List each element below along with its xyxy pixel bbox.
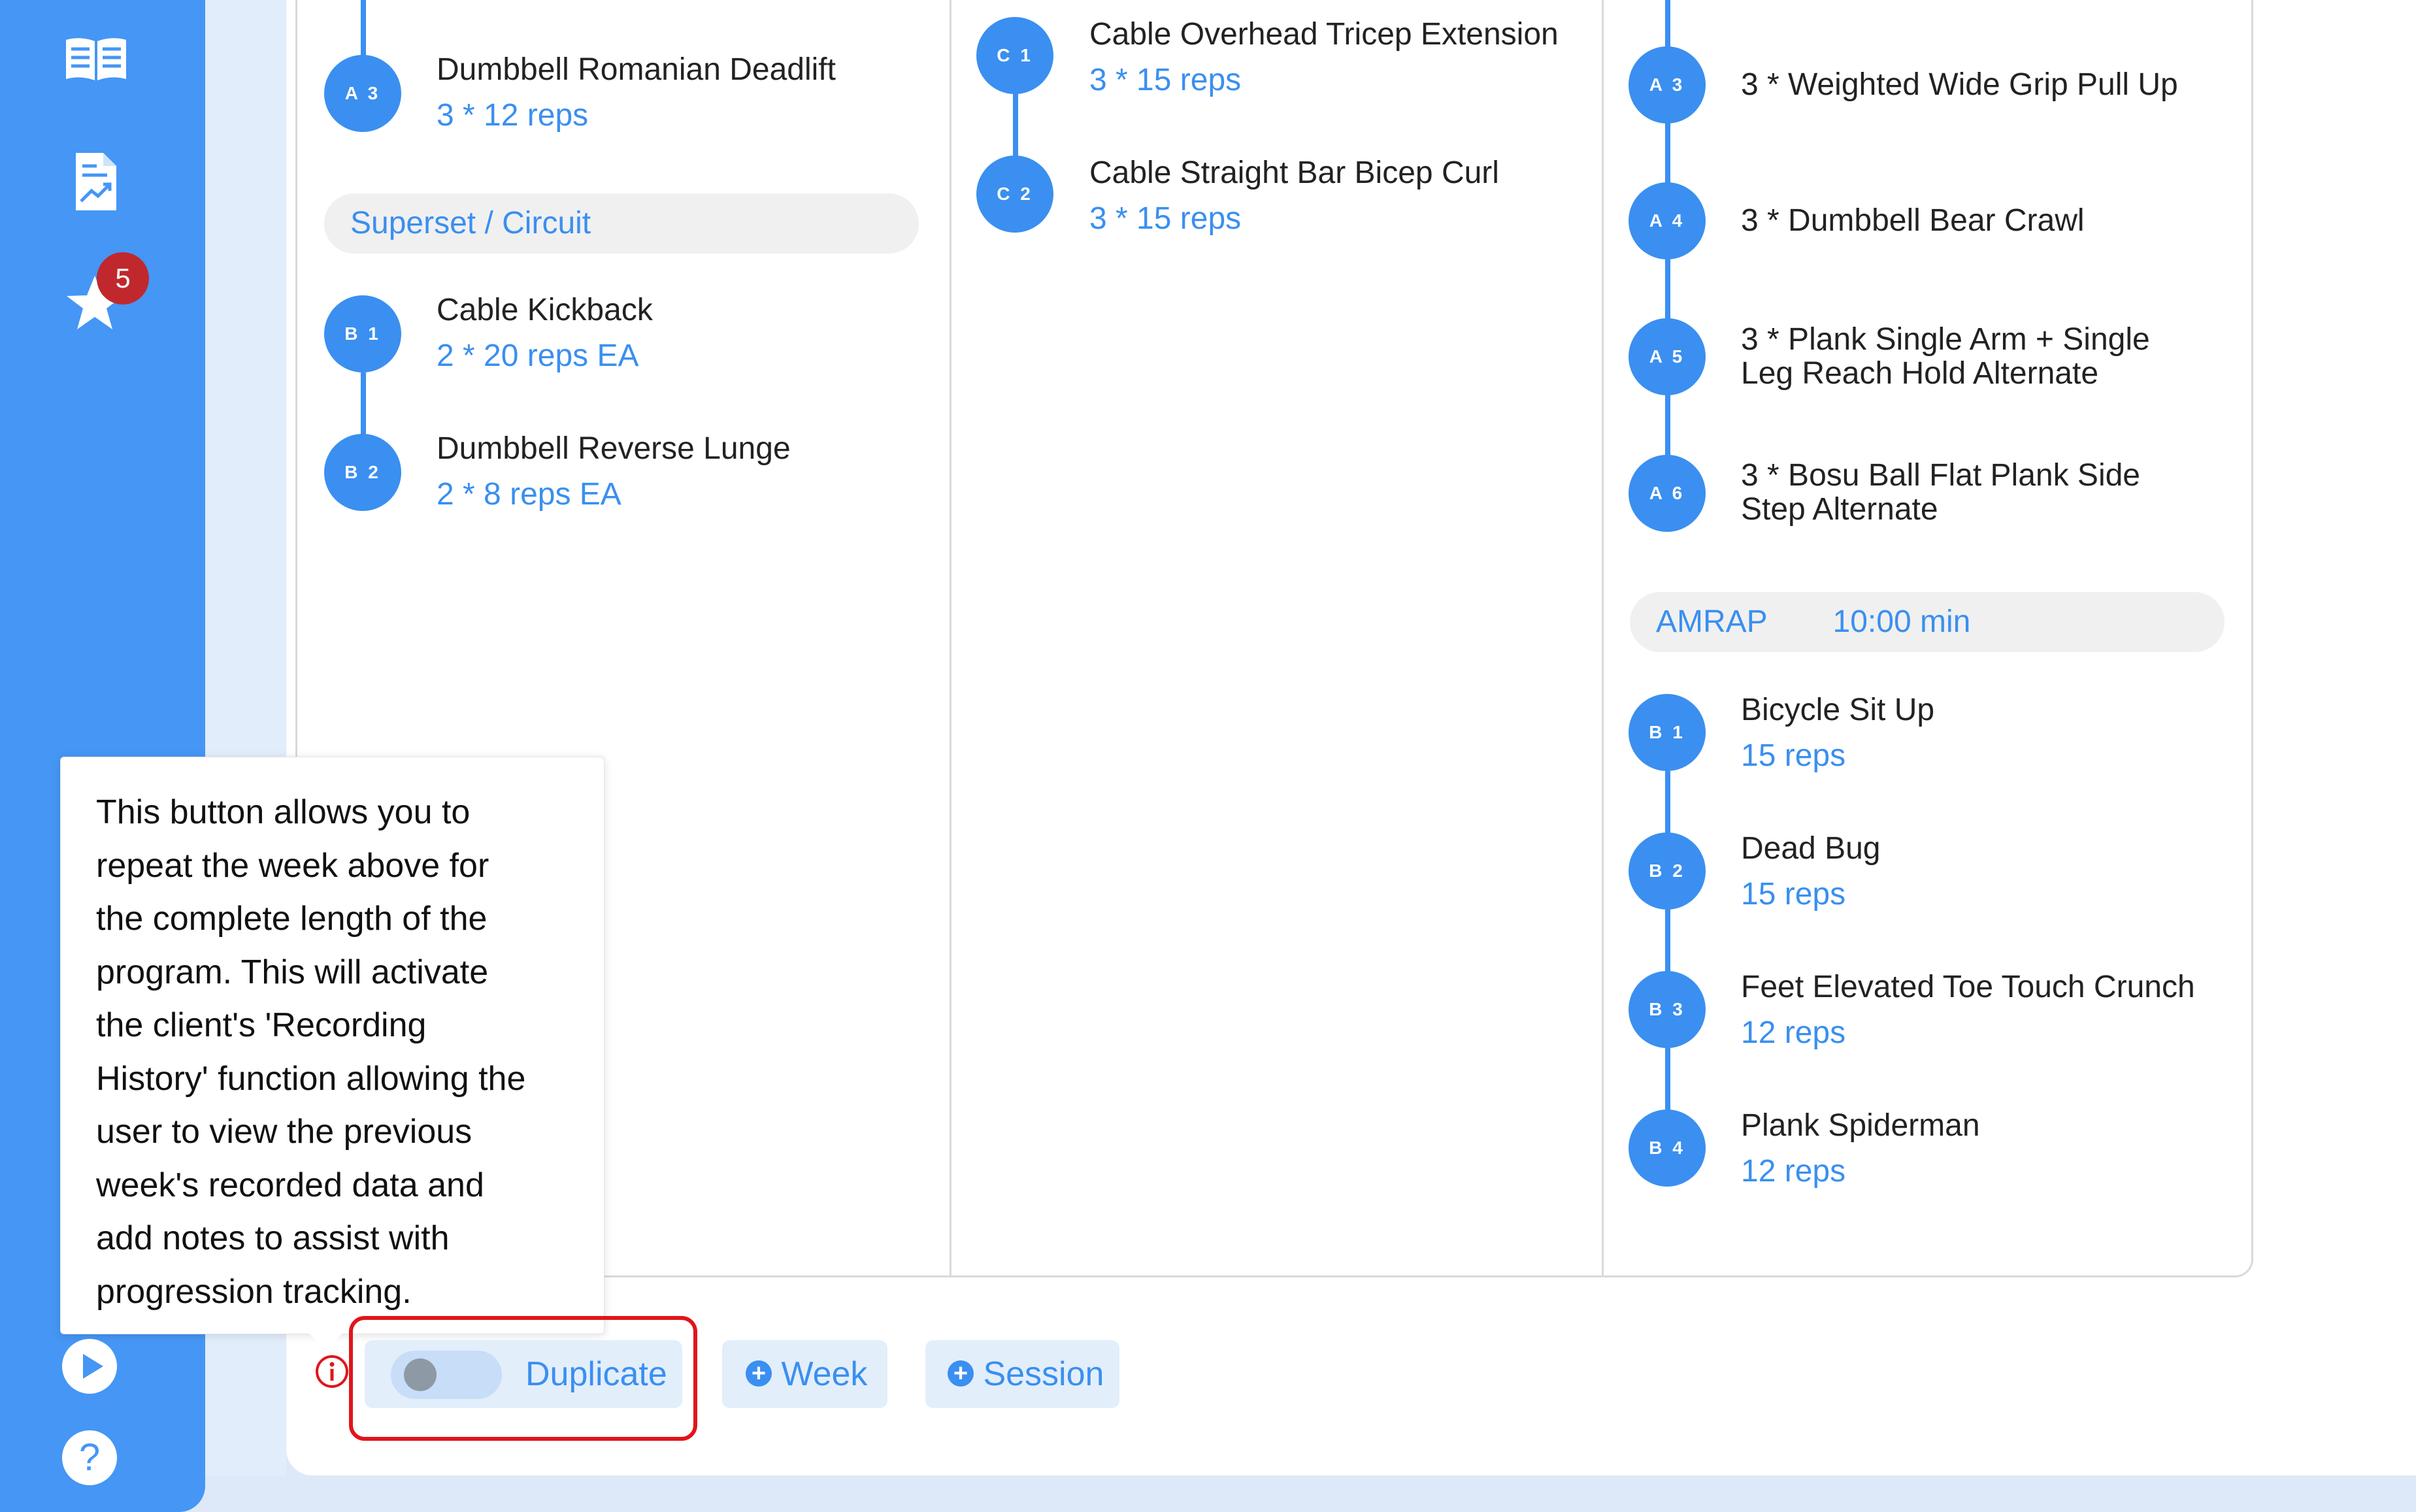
- connector-line: [1665, 771, 1670, 1150]
- tooltip-line: user to view the previous: [96, 1113, 472, 1151]
- exercise-item[interactable]: 3 * Bosu Ball Flat Plank Side Step Alter…: [1741, 459, 2140, 527]
- report-chart-icon[interactable]: [73, 152, 119, 212]
- tooltip-line: the complete length of the: [96, 900, 488, 938]
- tooltip-line: add notes to assist with: [96, 1219, 450, 1257]
- exercise-item[interactable]: Dumbbell Reverse Lunge 2 * 8 reps EA: [437, 430, 791, 514]
- group-duration: 10:00 min: [1832, 604, 1971, 639]
- exercise-text-line: 3 * Bosu Ball Flat Plank Side: [1741, 458, 2140, 493]
- exercise-item[interactable]: Bicycle Sit Up 15 reps: [1741, 691, 1934, 775]
- exercise-label-bubble: A 3: [324, 55, 401, 132]
- exercise-text-line: Step Alternate: [1741, 492, 1938, 527]
- tooltip-line: week's recorded data and: [96, 1166, 484, 1204]
- tooltip-line: progression tracking.: [96, 1272, 412, 1311]
- exercise-reps: 15 reps: [1741, 738, 1846, 773]
- exercise-item[interactable]: Cable Overhead Tricep Extension 3 * 15 r…: [1089, 16, 1559, 99]
- column-divider: [950, 0, 952, 1275]
- duplicate-help-tooltip: This button allows you to repeat the wee…: [60, 757, 604, 1334]
- exercise-label-bubble: B 2: [324, 434, 401, 511]
- exercise-name: Plank Spiderman: [1741, 1108, 1980, 1143]
- week-label: Week: [781, 1355, 868, 1393]
- exercise-text-line: 3 * Weighted Wide Grip Pull Up: [1741, 67, 2178, 102]
- exercise-label-bubble: B 1: [1629, 694, 1706, 771]
- exercise-name: Dead Bug: [1741, 831, 1881, 866]
- play-icon[interactable]: [61, 1338, 118, 1394]
- group-label: AMRAP: [1656, 604, 1767, 639]
- exercise-name: Dumbbell Reverse Lunge: [437, 431, 791, 466]
- exercise-label-bubble: C 2: [976, 156, 1053, 233]
- tooltip-arrow: [307, 1332, 344, 1350]
- exercise-reps: 12 reps: [1741, 1154, 1846, 1189]
- tooltip-line: This button allows you to: [96, 793, 471, 831]
- connector-line: [361, 0, 366, 59]
- exercise-item[interactable]: Feet Elevated Toe Touch Crunch 12 reps: [1741, 968, 2195, 1052]
- exercise-item[interactable]: Cable Straight Bar Bicep Curl 3 * 15 rep…: [1089, 154, 1499, 238]
- exercise-reps: 12 reps: [1741, 1015, 1846, 1050]
- help-icon[interactable]: ?: [61, 1430, 118, 1486]
- exercise-item[interactable]: 3 * Plank Single Arm + Single Leg Reach …: [1741, 323, 2150, 391]
- exercise-label-bubble: C 1: [976, 17, 1053, 94]
- tooltip-text: This button allows you to repeat the wee…: [96, 786, 571, 1319]
- exercise-reps: 3 * 15 reps: [1089, 201, 1242, 236]
- exercise-item[interactable]: Plank Spiderman 12 reps: [1741, 1107, 1980, 1191]
- exercise-reps: 3 * 15 reps: [1089, 63, 1242, 97]
- exercise-label-bubble: A 3: [1629, 46, 1706, 123]
- tooltip-line: the client's 'Recording: [96, 1006, 427, 1044]
- tooltip-line: repeat the week above for: [96, 846, 489, 885]
- exercise-reps: 15 reps: [1741, 877, 1846, 912]
- svg-text:?: ?: [79, 1436, 100, 1479]
- exercise-name: Cable Straight Bar Bicep Curl: [1089, 156, 1499, 190]
- exercise-item[interactable]: 3 * Weighted Wide Grip Pull Up: [1741, 68, 2178, 102]
- book-icon[interactable]: [63, 36, 129, 83]
- exercise-reps: 3 * 12 reps: [437, 98, 589, 133]
- exercise-reps: 2 * 8 reps EA: [437, 477, 621, 512]
- exercise-label-bubble: B 1: [324, 295, 401, 372]
- tooltip-line: History' function allowing the: [96, 1059, 526, 1098]
- exercise-name: Dumbbell Romanian Deadlift: [437, 52, 836, 87]
- group-label: Superset / Circuit: [350, 206, 591, 240]
- exercise-text-line: Leg Reach Hold Alternate: [1741, 356, 2099, 391]
- add-week-button[interactable]: + Week: [722, 1340, 887, 1408]
- plus-icon: +: [746, 1360, 772, 1387]
- superset-group-header[interactable]: Superset / Circuit: [324, 193, 919, 254]
- plus-icon: +: [948, 1360, 974, 1387]
- exercise-label-bubble: B 2: [1629, 832, 1706, 910]
- notification-badge: 5: [97, 252, 149, 304]
- session-label: Session: [983, 1355, 1104, 1393]
- exercise-name: Cable Overhead Tricep Extension: [1089, 17, 1559, 52]
- exercise-label-bubble: B 3: [1629, 971, 1706, 1048]
- highlight-box: [349, 1316, 697, 1441]
- exercise-item[interactable]: Dumbbell Romanian Deadlift 3 * 12 reps: [437, 51, 836, 135]
- exercise-name: Cable Kickback: [437, 293, 653, 327]
- exercise-item[interactable]: 3 * Dumbbell Bear Crawl: [1741, 204, 2085, 238]
- amrap-group-header[interactable]: AMRAP 10:00 min: [1630, 592, 2225, 652]
- exercise-label-bubble: A 5: [1629, 318, 1706, 395]
- add-session-button[interactable]: + Session: [925, 1340, 1119, 1408]
- column-divider: [1602, 0, 1604, 1275]
- exercise-label-bubble: A 4: [1629, 182, 1706, 259]
- exercise-item[interactable]: Cable Kickback 2 * 20 reps EA: [437, 291, 653, 375]
- tooltip-line: program. This will activate: [96, 953, 489, 991]
- exercise-item[interactable]: Dead Bug 15 reps: [1741, 830, 1881, 913]
- exercise-label-bubble: B 4: [1629, 1109, 1706, 1187]
- exercise-name: Bicycle Sit Up: [1741, 693, 1935, 727]
- exercise-name: Feet Elevated Toe Touch Crunch: [1741, 970, 2195, 1004]
- exercise-reps: 2 * 20 reps EA: [437, 338, 639, 373]
- exercise-text-line: 3 * Dumbbell Bear Crawl: [1741, 203, 2085, 238]
- info-icon[interactable]: [314, 1354, 350, 1392]
- exercise-text-line: 3 * Plank Single Arm + Single: [1741, 322, 2150, 357]
- exercise-label-bubble: A 6: [1629, 455, 1706, 532]
